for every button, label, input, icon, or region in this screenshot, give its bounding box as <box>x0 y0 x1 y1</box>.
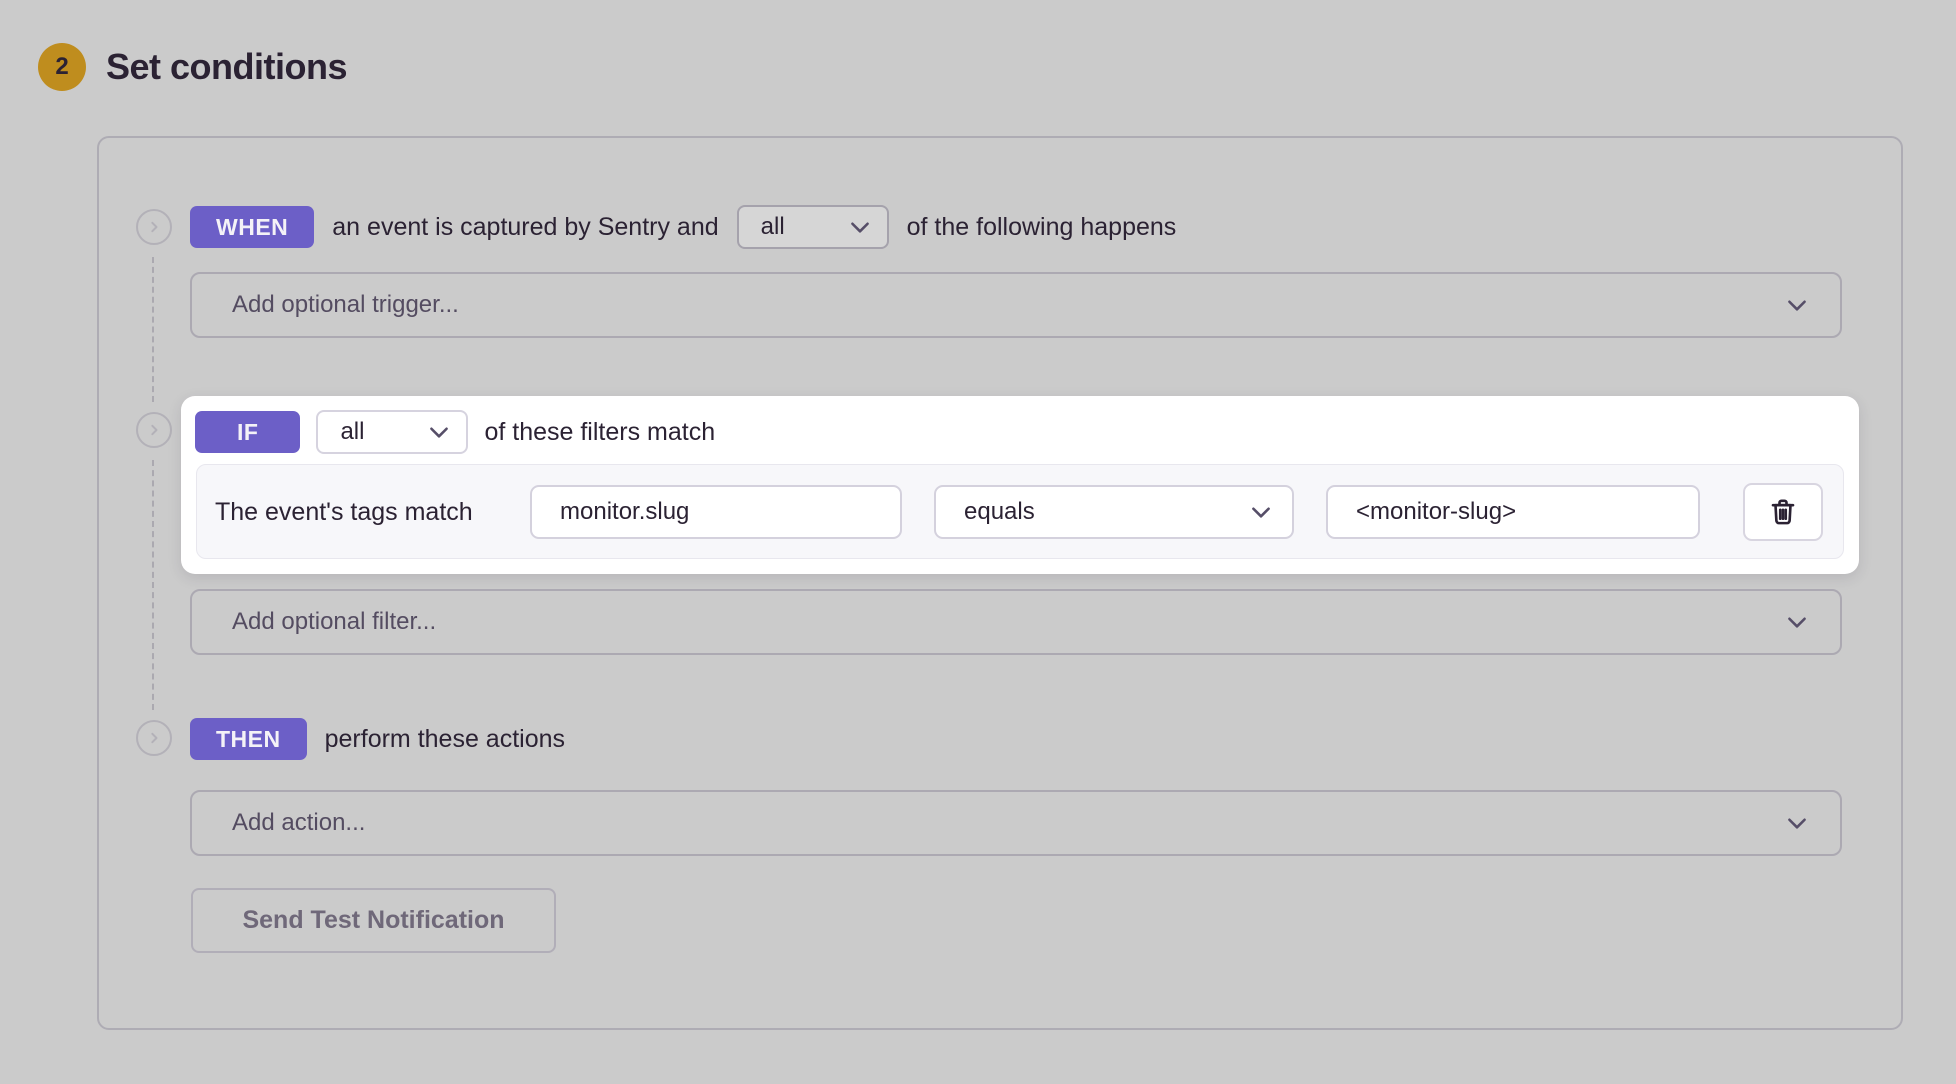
if-match-select[interactable]: all <box>316 410 468 454</box>
when-row: WHEN an event is captured by Sentry and … <box>190 205 1176 249</box>
step-number-badge: 2 <box>38 43 86 91</box>
step-number: 2 <box>55 53 68 81</box>
delete-filter-button[interactable] <box>1743 483 1823 541</box>
filter-label: The event's tags match <box>215 465 473 560</box>
step-header: 2 Set conditions <box>38 43 347 91</box>
if-badge: IF <box>195 411 300 453</box>
if-match-select-value: all <box>340 418 364 446</box>
chevron-down-icon <box>1248 499 1274 525</box>
then-badge: THEN <box>190 718 307 760</box>
chevron-down-icon <box>1784 810 1810 836</box>
when-text-after: of the following happens <box>907 213 1177 242</box>
send-test-notification-button[interactable]: Send Test Notification <box>191 888 556 953</box>
filter-operator-value: equals <box>964 498 1035 526</box>
filter-operator-select[interactable]: equals <box>934 485 1294 539</box>
filter-value-input[interactable] <box>1326 485 1700 539</box>
then-text: perform these actions <box>325 725 565 754</box>
connector-line <box>152 257 154 402</box>
then-row: THEN perform these actions <box>190 717 565 761</box>
chevron-right-circle-icon <box>136 412 172 448</box>
chevron-down-icon <box>847 214 873 240</box>
filter-row: The event's tags match equals <box>196 464 1844 559</box>
chevron-right-circle-icon <box>136 209 172 245</box>
connector-line <box>152 460 154 710</box>
chevron-down-icon <box>1784 292 1810 318</box>
filter-key-input[interactable] <box>530 485 902 539</box>
page-title: Set conditions <box>106 46 347 88</box>
chevron-right-circle-icon <box>136 720 172 756</box>
trash-icon <box>1768 497 1798 527</box>
add-action-select[interactable]: Add action... <box>190 790 1842 856</box>
when-match-select-value: all <box>761 213 785 241</box>
add-filter-placeholder: Add optional filter... <box>232 608 436 636</box>
chevron-down-icon <box>426 419 452 445</box>
if-card: IF all of these filters match The event'… <box>181 396 1859 574</box>
add-trigger-placeholder: Add optional trigger... <box>232 291 459 319</box>
when-match-select[interactable]: all <box>737 205 889 249</box>
add-filter-select[interactable]: Add optional filter... <box>190 589 1842 655</box>
when-text-before: an event is captured by Sentry and <box>332 213 718 242</box>
if-row: IF all of these filters match <box>195 410 715 454</box>
add-trigger-select[interactable]: Add optional trigger... <box>190 272 1842 338</box>
chevron-down-icon <box>1784 609 1810 635</box>
add-action-placeholder: Add action... <box>232 809 365 837</box>
if-text-after: of these filters match <box>484 418 715 447</box>
when-badge: WHEN <box>190 206 314 248</box>
